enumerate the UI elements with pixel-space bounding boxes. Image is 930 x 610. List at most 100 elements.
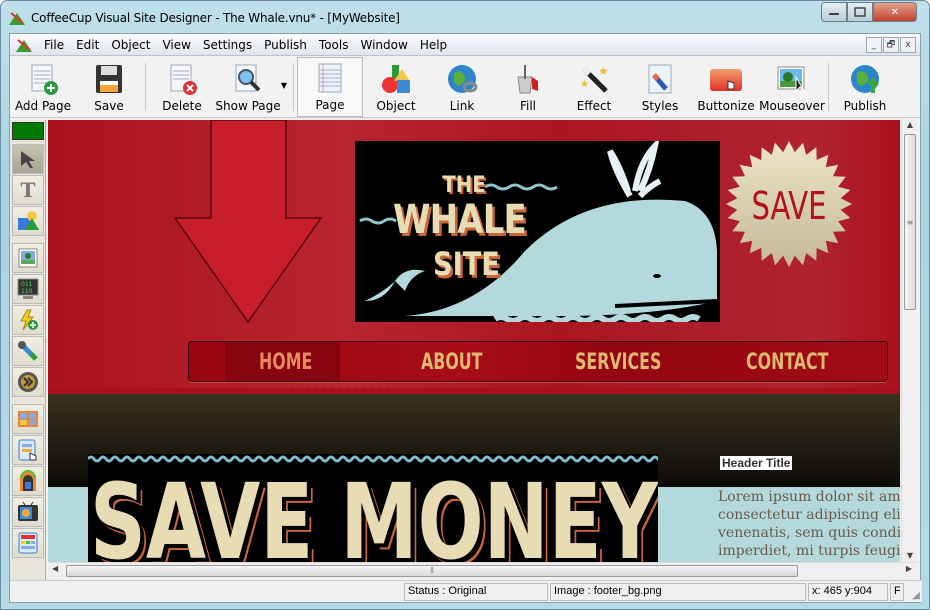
menu-window[interactable]: Window xyxy=(354,38,413,52)
title-bar: CoffeeCup Visual Site Designer - The Wha… xyxy=(9,2,921,31)
shapes-tool-icon xyxy=(18,211,39,230)
nav-bar: HOME ABOUT SERVICES CONTACT xyxy=(188,341,888,382)
status-mode: Status : Original xyxy=(404,583,548,601)
fill-button[interactable]: Fill xyxy=(495,57,561,117)
scroll-down-arrow[interactable]: ▼ xyxy=(902,551,918,560)
styles-label: Styles xyxy=(641,99,679,113)
nav-contact[interactable]: CONTACT xyxy=(746,350,828,375)
toolbar-separator xyxy=(145,63,146,111)
globe-link-icon xyxy=(446,63,478,95)
link-button[interactable]: Link xyxy=(429,57,495,117)
menu-settings[interactable]: Settings xyxy=(197,38,258,52)
effect-label: Effect xyxy=(576,99,612,113)
headline: SAVE MONEY xyxy=(90,461,658,562)
window-title: CoffeeCup Visual Site Designer - The Wha… xyxy=(31,11,400,25)
scroll-left-arrow[interactable]: ◀ xyxy=(52,564,58,573)
object-button[interactable]: Object xyxy=(363,57,429,117)
menu-tools[interactable]: Tools xyxy=(313,38,355,52)
delete-label: Delete xyxy=(162,99,202,113)
menu-object[interactable]: Object xyxy=(105,38,156,52)
jukebox-tool[interactable] xyxy=(12,466,44,496)
mdi-close-button[interactable]: x xyxy=(900,37,916,53)
html-code-tool[interactable]: 011 110 xyxy=(12,274,44,304)
horizontal-scroll-thumb[interactable]: ⦀ xyxy=(66,565,798,577)
mouseover-button[interactable]: Mouseover xyxy=(759,57,825,117)
image-tool[interactable] xyxy=(12,243,44,273)
add-page-button[interactable]: Add Page xyxy=(10,57,76,117)
publish-button[interactable]: Publish xyxy=(832,57,898,117)
save-button[interactable]: Save xyxy=(76,57,142,117)
text-icon: T xyxy=(20,178,36,202)
menu-file[interactable]: File xyxy=(38,38,70,52)
main-toolbar: Add Page Save Delete Show Page ▼ Page Ob… xyxy=(10,56,920,118)
close-button[interactable]: ✕ xyxy=(873,2,917,22)
table-tool[interactable] xyxy=(12,528,44,558)
color-picker-tool[interactable] xyxy=(12,336,44,366)
page-label: Page xyxy=(315,98,345,112)
coffeecup-app-icon xyxy=(9,11,25,25)
forward-chevron-icon xyxy=(18,372,38,392)
mdi-restore-button[interactable]: 🗗 xyxy=(883,37,899,53)
menu-publish[interactable]: Publish xyxy=(258,38,313,52)
globe-upload-icon xyxy=(849,63,881,95)
mdi-minimize-button[interactable]: _ xyxy=(866,37,882,53)
whale-logo: THE WHALE SITE xyxy=(355,141,720,322)
media-player-tool[interactable] xyxy=(12,497,44,527)
form-hand-icon xyxy=(18,439,37,461)
shapes-tool[interactable] xyxy=(12,206,44,236)
gallery-tool[interactable] xyxy=(12,404,44,434)
styles-button[interactable]: Styles xyxy=(627,57,693,117)
minimize-button[interactable] xyxy=(821,2,847,22)
fill-label: Fill xyxy=(519,99,537,113)
vertical-scroll-thumb[interactable]: ≡ xyxy=(904,134,916,310)
form-tool[interactable] xyxy=(12,435,44,465)
add-page-icon xyxy=(27,63,59,95)
delete-page-icon xyxy=(166,63,198,95)
logo-line-the: THE xyxy=(442,173,486,198)
svg-text:★: ★ xyxy=(580,79,589,90)
svg-text:011: 011 xyxy=(21,281,33,288)
lorem-text-block: Lorem ipsum dolor sit amet consectetur a… xyxy=(718,488,900,560)
buttonize-button[interactable]: Buttonize xyxy=(693,57,759,117)
color-swatch[interactable] xyxy=(12,122,44,140)
lorem-line: venenatis, sem quis condim xyxy=(718,525,900,541)
nav-about[interactable]: ABOUT xyxy=(421,350,482,375)
menu-view[interactable]: View xyxy=(156,38,196,52)
nav-services[interactable]: SERVICES xyxy=(575,350,661,375)
resize-grip-icon[interactable]: ◢ xyxy=(912,590,920,601)
styles-brush-icon xyxy=(644,63,676,95)
object-label: Object xyxy=(376,99,416,113)
design-canvas[interactable]: THE WHALE SITE SAVE HOME ABOUT SERVICES … xyxy=(48,120,900,562)
show-page-button[interactable]: Show Page ▼ xyxy=(215,57,287,117)
buttonize-label: Buttonize xyxy=(697,99,755,113)
document-icon[interactable] xyxy=(16,38,32,52)
page-button[interactable]: Page xyxy=(297,57,363,117)
effect-button[interactable]: ★ ★ Effect xyxy=(561,57,627,117)
pointer-arrow-icon xyxy=(21,151,35,168)
menu-help[interactable]: Help xyxy=(414,38,453,52)
save-badge-text: SAVE xyxy=(751,184,827,228)
video-tool[interactable] xyxy=(12,367,44,397)
binary-monitor-icon: 011110 xyxy=(17,278,39,299)
pointer-tool[interactable] xyxy=(12,144,44,174)
mouseover-image-icon xyxy=(776,63,808,95)
vertical-scrollbar[interactable]: ▲ ≡ ▼ xyxy=(901,120,918,562)
eyedropper-icon xyxy=(18,341,38,361)
magic-wand-icon: ★ ★ xyxy=(578,63,610,95)
menu-edit[interactable]: Edit xyxy=(70,38,105,52)
text-tool[interactable]: T xyxy=(12,175,44,205)
status-image: Image : footer_bg.png xyxy=(550,583,806,601)
nav-home[interactable]: HOME xyxy=(259,350,312,375)
show-page-dropdown-arrow[interactable]: ▼ xyxy=(281,81,287,90)
scroll-up-arrow[interactable]: ▲ xyxy=(902,120,918,134)
maximize-button[interactable] xyxy=(847,2,873,22)
gallery-icon xyxy=(18,411,38,427)
lorem-line: imperdiet, mi turpis feugiat xyxy=(718,543,900,559)
scroll-right-arrow[interactable]: ▶ xyxy=(906,564,912,573)
delete-button[interactable]: Delete xyxy=(149,57,215,117)
image-icon xyxy=(18,248,38,268)
horizontal-scrollbar[interactable]: ◀ ⦀ ▶ xyxy=(48,562,918,579)
save-label: Save xyxy=(94,99,124,113)
flash-tool[interactable] xyxy=(12,305,44,335)
add-page-label: Add Page xyxy=(14,99,72,113)
